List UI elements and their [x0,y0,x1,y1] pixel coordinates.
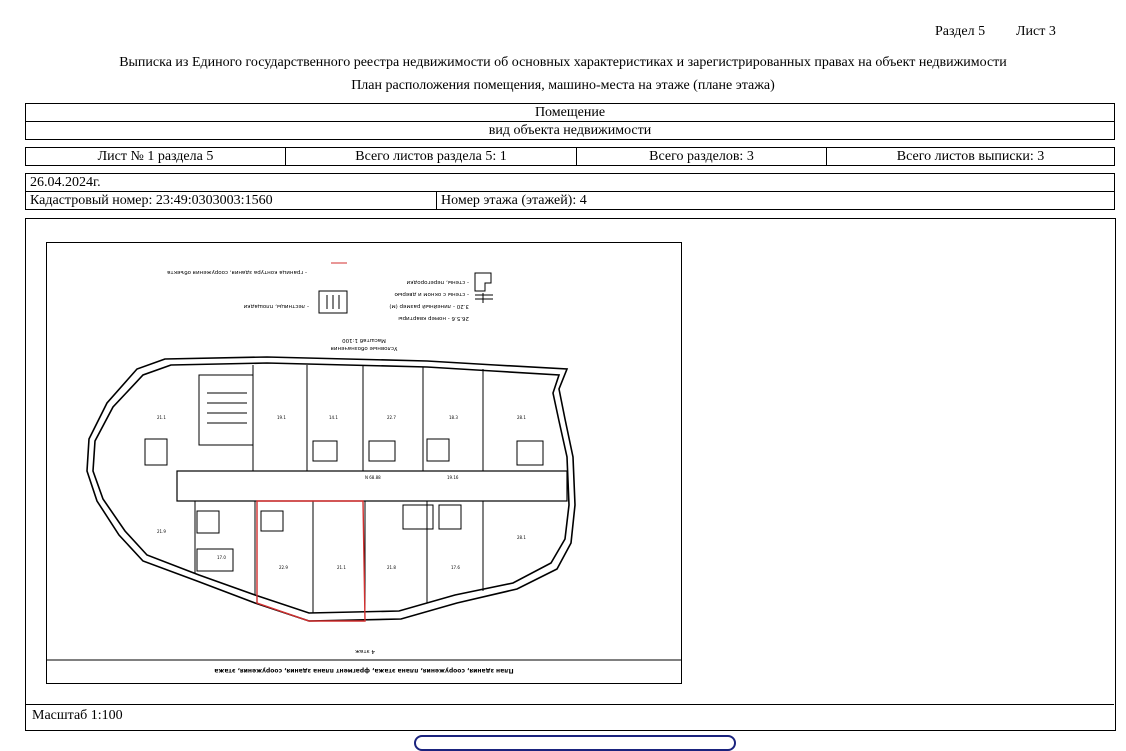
svg-text:21.1: 21.1 [337,565,346,570]
staircase [198,374,254,446]
room-labels: 21.1 19.1 14.1 22.7 18.3 28.1 21.9 17.0 22.9 2… [157,415,526,570]
legend-item-contour: - граница контура здания, сооружения объ… [167,269,307,275]
legend-item-walls: - стены, перегородки [406,279,469,285]
floor-plan-image: Условные обозначения Масштаб 1:100 - гра… [46,242,682,684]
legend-scale: Масштаб 1:100 [342,337,386,343]
scale-label: Масштаб 1:100 [32,708,123,723]
floor-label: 4 этаж [355,648,375,654]
svg-text:N 68.88: N 68.88 [365,475,381,480]
svg-text:21.8: 21.8 [387,565,396,570]
object-kind: Помещение [25,103,1115,122]
info-table: 26.04.2024г. Кадастровый номер: 23:49:03… [25,173,1115,210]
floor-number: Номер этажа (этажей): 4 [436,191,1115,210]
legend-wall-icon [474,272,492,292]
building-outline [86,356,576,622]
legend-title: Условные обозначения [331,345,398,351]
total-sheets-section: Всего листов раздела 5: 1 [285,147,577,166]
section-label: Раздел 5 [935,24,986,39]
plan-frame-divider [25,704,1114,705]
total-sections: Всего разделов: 3 [576,147,827,166]
legend-window-icon [475,293,493,303]
document-title: Выписка из Единого государственного реес… [119,55,1007,70]
plan-footer-caption: План здания, сооружения, плана этажа, фр… [214,667,513,674]
svg-text:19.1: 19.1 [277,415,286,420]
svg-text:17.6: 17.6 [451,565,460,570]
svg-text:22.9: 22.9 [279,565,288,570]
extract-date: 26.04.2024г. [25,173,1115,192]
object-contour [256,500,366,622]
legend-item-dimension: 3.20 - линейный размер (м) [389,303,469,310]
svg-text:19.16: 19.16 [447,475,459,480]
sheet-label: Лист 3 [1016,24,1056,39]
svg-text:21.9: 21.9 [157,529,166,534]
legend-item-stairs: - лестницы, площадки [243,303,309,309]
svg-text:21.1: 21.1 [157,415,166,420]
legend-item-window: - стены с окном и дверью [394,291,469,297]
legend-item-apartment: 26.5.6 - номер квартиры [398,315,469,321]
object-kind-table: Помещение вид объекта недвижимости [25,103,1115,140]
sheet-of-section: Лист № 1 раздела 5 [25,147,286,166]
document-subtitle: План расположения помещения, машино-мест… [351,78,775,93]
total-sheets-extract: Всего листов выписки: 3 [826,147,1115,166]
object-kind-caption: вид объекта недвижимости [25,121,1115,140]
sheets-table: Лист № 1 раздела 5 Всего листов раздела … [25,147,1115,166]
svg-text:14.1: 14.1 [329,415,338,420]
cadastral-number: Кадастровый номер: 23:49:0303003:1560 [25,191,437,210]
room-partitions [144,365,544,613]
bottom-banner-edge [414,735,736,751]
svg-text:28.1: 28.1 [517,535,526,540]
svg-text:28.1: 28.1 [517,415,526,420]
svg-text:17.0: 17.0 [217,555,226,560]
svg-text:18.3: 18.3 [449,415,458,420]
svg-text:22.7: 22.7 [387,415,396,420]
